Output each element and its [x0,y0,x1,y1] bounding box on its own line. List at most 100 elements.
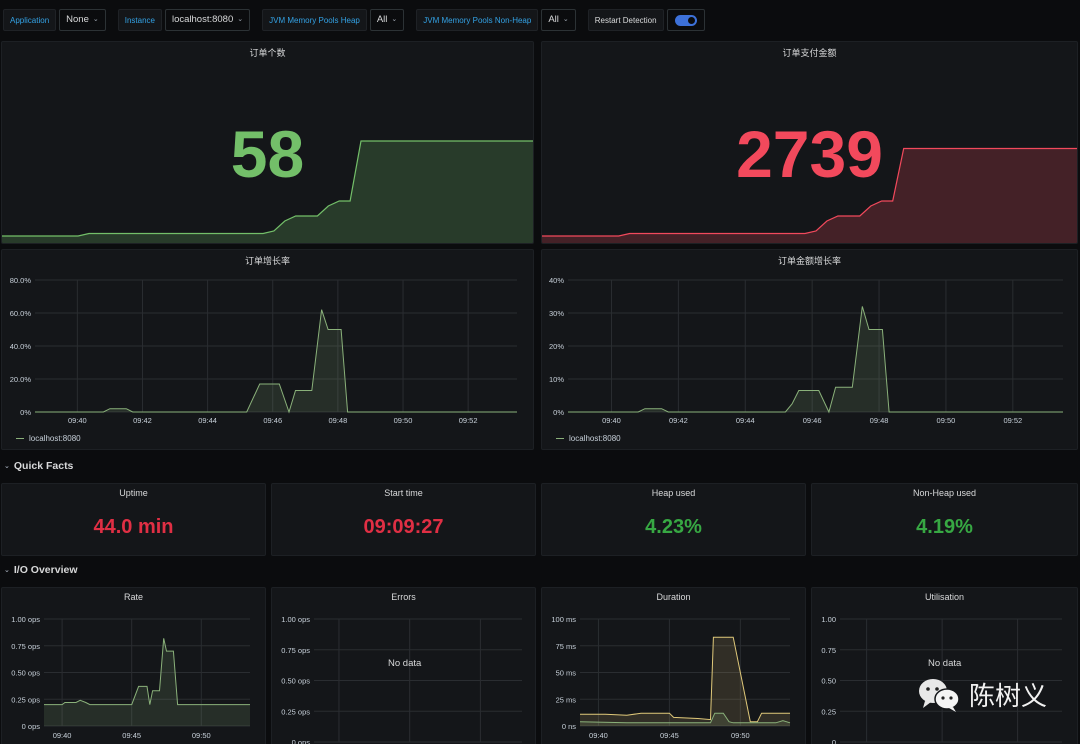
heap-pools-variable-label: JVM Memory Pools Heap [262,9,367,31]
errors-graph[interactable]: 0 ops 0.25 ops 0.50 ops 0.75 ops 1.00 ops [272,606,536,744]
nonheap-pools-selected-value: All [548,14,559,25]
order-growth-graph[interactable]: 0% 20.0% 40.0% 60.0% 80.0% 09:40 09:42 09:44 09:… [2,270,534,450]
heap-pools-variable-select[interactable]: All ⌄ [369,9,405,31]
x-tick-label: 09:48 [328,416,347,425]
series-area-rate [44,638,250,726]
panel-title: 订单增长率 [244,256,290,266]
y-tick-label: 0.25 ops [281,707,310,716]
panel-title: 订单金额增长率 [777,256,841,266]
nonheap-pools-variable-label: JVM Memory Pools Non-Heap [416,9,539,31]
orders-count-value: 58 [230,117,305,191]
y-tick-label: 80.0% [10,276,32,285]
y-tick-label: 0.25 ops [11,695,40,704]
chevron-down-icon: ⌄ [391,16,398,23]
y-tick-label: 100 ms [551,615,576,624]
x-tick-label: 09:45 [660,731,679,740]
io-overview-row-header[interactable]: ⌄ I/O Overview [4,564,78,576]
y-tick-label: 0.25 [821,707,836,716]
legend-item[interactable]: localhost:8080 [29,434,81,443]
amount-growth-panel: 订单金额增长率 0% 10% 20% 30% 40% 09:40 09:42 09:44 09:… [541,249,1078,450]
y-tick-label: 0.75 ops [11,642,40,651]
y-tick-label: 0% [553,408,564,417]
x-tick-label: 09:46 [803,416,822,425]
heap-used-panel: Heap used 4.23% [541,483,806,556]
application-selected-value: None [66,14,89,25]
y-tick-label: 30% [549,309,564,318]
nonheap-pools-variable-select[interactable]: All ⌄ [541,9,576,31]
y-tick-label: 10% [549,375,564,384]
quick-facts-row-header[interactable]: ⌄ Quick Facts [4,460,73,472]
x-tick-label: 09:50 [731,731,750,740]
duration-graph[interactable]: 0 ns 25 ms 50 ms 75 ms 100 ms 09:40 09:45 09:50 [542,606,806,744]
utilisation-graph[interactable]: 0 0.25 0.50 0.75 1.00 [812,606,1078,744]
series-area-localhost:8080 [35,309,517,412]
series-swatch-icon [16,438,24,439]
y-tick-label: 0.50 ops [11,669,40,678]
x-tick-label: 09:46 [263,416,282,425]
instance-variable-label: Instance [117,9,162,31]
x-tick-label: 09:52 [1003,416,1022,425]
graph-legend: localhost:8080 [556,434,621,443]
chevron-down-icon: ⌄ [237,16,244,23]
y-tick-label: 40.0% [10,342,32,351]
x-tick-label: 09:50 [192,731,211,740]
y-tick-label: 20% [549,342,564,351]
heap-pools-selected-value: All [376,14,388,25]
errors-panel: Errors 0 ops 0.25 ops 0.50 ops 0.75 ops 1.00… [271,587,536,744]
watermark-name: 陈树义 [969,682,1048,712]
chevron-down-icon: ⌄ [92,16,99,23]
y-tick-label: 0.75 [821,646,836,655]
x-tick-label: 09:50 [937,416,956,425]
uptime-panel: Uptime 44.0 min [1,483,266,556]
y-tick-label: 0 ops [22,722,41,731]
panel-title: Heap used [651,488,696,498]
orders-count-panel: 订单个数 58 [1,41,534,244]
instance-selected-value: localhost:8080 [171,14,234,25]
panel-title: Utilisation [924,592,964,602]
instance-variable-select[interactable]: localhost:8080 ⌄ [164,9,251,31]
y-tick-label: 60.0% [10,309,32,318]
chevron-down-icon: ⌄ [4,463,10,470]
y-tick-label: 1.00 ops [11,615,40,624]
y-tick-label: 0.50 ops [281,677,310,686]
y-tick-label: 1.00 ops [281,615,310,624]
no-data-message: No data [928,658,962,669]
x-tick-label: 09:40 [68,416,87,425]
order-growth-panel: 订单增长率 0% 20.0% 40.0% 60.0% 80.0% 09:40 09:42 09… [1,249,534,450]
wechat-icon [919,678,960,712]
x-tick-label: 09:40 [53,731,72,740]
panel-title: 订单个数 [249,48,286,58]
nonheap-used-value: 4.19% [916,516,973,538]
orders-amount-panel: 订单支付金额 2739 [541,41,1078,244]
series-area-max [580,637,790,726]
application-variable-select[interactable]: None ⌄ [59,9,106,31]
y-tick-label: 0% [20,408,31,417]
x-tick-label: 09:40 [602,416,621,425]
x-tick-label: 09:48 [870,416,889,425]
start-time-value: 09:09:27 [363,516,444,538]
y-tick-label: 0.50 [821,677,836,686]
panel-title: Rate [123,592,143,602]
y-tick-label: 0 ns [562,722,576,731]
y-tick-label: 25 ms [556,695,577,704]
series-line-max[interactable] [580,636,790,723]
y-tick-label: 20.0% [10,375,32,384]
y-tick-label: 0 ops [292,738,311,744]
rate-graph[interactable]: 0 ops 0.25 ops 0.50 ops 0.75 ops 1.00 ops 09:… [2,606,266,744]
amount-growth-graph[interactable]: 0% 10% 20% 30% 40% 09:40 09:42 09:44 09:46 09:48 0… [542,270,1078,450]
restart-detection-toggle[interactable] [666,9,705,31]
panel-title: Duration [656,592,691,602]
y-tick-label: 40% [549,276,564,285]
graph-legend: localhost:8080 [16,434,81,443]
application-variable-label: Application [3,9,57,31]
chevron-down-icon: ⌄ [4,567,10,574]
rate-panel: Rate 0 ops 0.25 ops 0.50 ops 0.75 ops 1.00 o… [1,587,266,744]
wechat-watermark: 陈树义 [917,676,1047,713]
dashboard-variables-bar: Application None ⌄ Instance localhost:808… [0,0,1080,40]
legend-item[interactable]: localhost:8080 [569,434,621,443]
row-title: Quick Facts [13,460,74,472]
y-tick-label: 50 ms [556,669,577,678]
no-data-message: No data [388,658,422,669]
x-tick-label: 09:45 [122,731,141,740]
nonheap-used-panel: Non-Heap used 4.19% [811,483,1078,556]
